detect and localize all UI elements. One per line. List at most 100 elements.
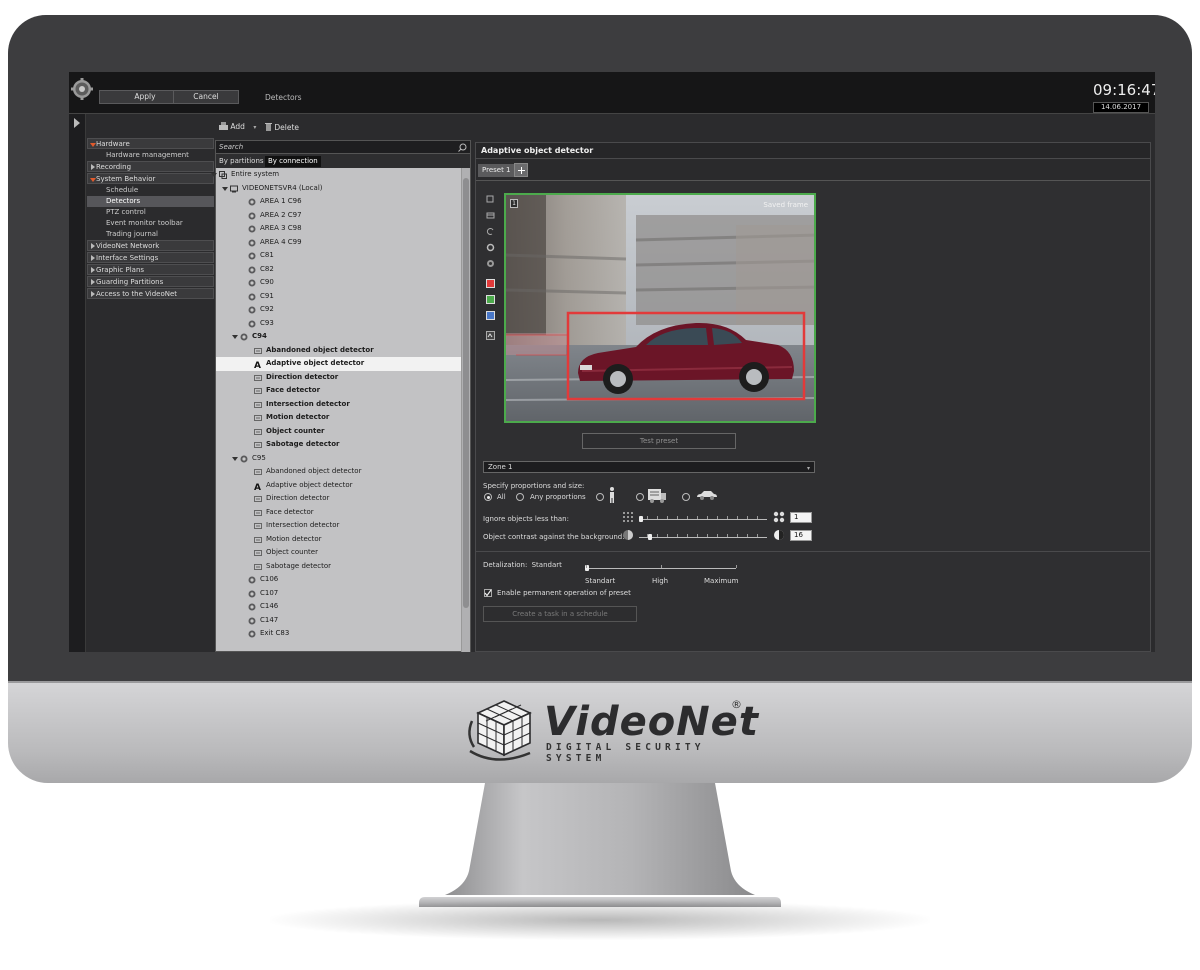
tree-node-camera[interactable]: C106 (216, 573, 461, 587)
tree-node-camera[interactable]: Exit C83 (216, 627, 461, 641)
expand-triangle-icon[interactable] (222, 186, 228, 191)
tree-scrollbar-thumb[interactable] (463, 178, 469, 608)
nav-interface-settings[interactable]: Interface Settings (87, 252, 214, 263)
tree-node-detector[interactable]: Face detector (216, 384, 461, 398)
tree-node-camera[interactable]: C146 (216, 600, 461, 614)
nav-graphic-plans[interactable]: Graphic Plans (87, 264, 214, 275)
tree-node-detector[interactable]: Motion detector (216, 411, 461, 425)
tree-node-entire-system[interactable]: Entire system (211, 168, 461, 182)
tree-node-detector[interactable]: Sabotage detector (216, 560, 461, 574)
nav-event-monitor-toolbar[interactable]: Event monitor toolbar (87, 218, 214, 229)
tree-node-camera[interactable]: C93 (216, 317, 461, 331)
tree-node-camera-c94[interactable]: C94 (216, 330, 461, 344)
tree-node-detector[interactable]: Intersection detector (216, 519, 461, 533)
camera-frame[interactable]: 1 Saved frame (504, 193, 816, 423)
collapse-strip[interactable] (69, 114, 86, 652)
tree-node-detector[interactable]: Object counter (216, 425, 461, 439)
reset-icon[interactable] (486, 259, 495, 268)
tree-node-camera[interactable]: AREA 1 C96 (216, 195, 461, 209)
tree-node-detector[interactable]: Direction detector (216, 371, 461, 385)
radio-all[interactable] (484, 493, 492, 501)
tab-by-partitions[interactable]: By partitions (216, 156, 267, 167)
radio-truck[interactable] (636, 493, 644, 501)
expand-triangle-icon[interactable] (232, 456, 238, 461)
tree-node-camera[interactable]: C90 (216, 276, 461, 290)
adaptive-detector-icon: A (254, 483, 261, 490)
detector-settings-panel: Adaptive object detector Preset 1 1 Save… (475, 142, 1151, 652)
tree-node-detector[interactable]: Intersection detector (216, 398, 461, 412)
blue-zone-color-icon[interactable] (486, 311, 495, 320)
zone-settings-icon[interactable] (486, 331, 495, 340)
zone-select[interactable]: Zone 1 ▾ (483, 461, 815, 473)
tree-node-camera[interactable]: AREA 3 C98 (216, 222, 461, 236)
expand-triangle-icon[interactable] (232, 335, 238, 339)
red-zone-color-icon[interactable] (486, 279, 495, 288)
expand-arrow-icon[interactable] (74, 118, 80, 128)
tree-node-label: C95 (252, 453, 266, 462)
contrast-slider-knob[interactable] (648, 534, 652, 540)
tree-node-detector[interactable]: A Adaptive object detector (216, 357, 461, 371)
tree-node-detector[interactable]: Sabotage detector (216, 438, 461, 452)
nav-hardware-management[interactable]: Hardware management (87, 150, 214, 161)
contrast-value-input[interactable]: 16 (790, 530, 812, 541)
nav-schedule[interactable]: Schedule (87, 185, 214, 196)
nav-guarding-partitions[interactable]: Guarding Partitions (87, 276, 214, 287)
tree-node-server[interactable]: VIDEONETSVR4 (Local) (216, 182, 461, 196)
green-zone-color-icon[interactable] (486, 295, 495, 304)
camera-icon (248, 266, 256, 273)
expand-triangle-icon[interactable] (211, 173, 217, 177)
add-dropdown-icon[interactable]: ▾ (253, 124, 256, 131)
tree-node-camera-c95[interactable]: C95 (216, 452, 461, 466)
nav-system-behavior[interactable]: System Behavior (87, 173, 214, 184)
tree-node-camera[interactable]: C147 (216, 614, 461, 628)
camera-icon (248, 320, 256, 327)
nav-recording[interactable]: Recording (87, 161, 214, 172)
tree-node-detector[interactable]: A Adaptive object detector (216, 479, 461, 493)
tree-node-detector[interactable]: Motion detector (216, 533, 461, 547)
tree-node-detector[interactable]: Abandoned object detector (216, 465, 461, 479)
tree-scrollbar[interactable] (461, 168, 470, 652)
radio-person[interactable] (596, 493, 604, 501)
rotate-icon[interactable] (486, 243, 495, 252)
tree-node-detector[interactable]: Object counter (216, 546, 461, 560)
ignore-value-input[interactable]: 1 (790, 512, 812, 523)
tab-by-connection[interactable]: By connection (265, 156, 321, 167)
nav-hardware[interactable]: Hardware (87, 138, 214, 149)
ignore-slider-track[interactable] (639, 519, 767, 520)
nav-access[interactable]: Access to the VideoNet (87, 288, 214, 299)
enable-permanent-checkbox[interactable] (484, 589, 492, 597)
nav-trading-journal[interactable]: Trading journal (87, 229, 214, 240)
tree-node-camera[interactable]: C107 (216, 587, 461, 601)
gear-icon[interactable] (71, 78, 93, 100)
radio-any-proportions[interactable] (516, 493, 524, 501)
rect-tool-icon[interactable] (486, 211, 495, 220)
tree-node-detector[interactable]: Abandoned object detector (216, 344, 461, 358)
radio-car[interactable] (682, 493, 690, 501)
detalization-slider-track[interactable] (586, 568, 736, 569)
nav-videonet-network[interactable]: VideoNet Network (87, 240, 214, 251)
add-button[interactable]: Add ▾ (219, 122, 256, 131)
undo-icon[interactable] (486, 227, 495, 236)
tab-preset-1[interactable]: Preset 1 (478, 164, 515, 177)
tree-node-camera[interactable]: C91 (216, 290, 461, 304)
tree-node-camera[interactable]: C82 (216, 263, 461, 277)
nav-detectors[interactable]: Detectors (87, 196, 214, 207)
tree-node-camera[interactable]: C81 (216, 249, 461, 263)
nav-ptz-control[interactable]: PTZ control (87, 207, 214, 218)
search-input[interactable]: Search (216, 141, 470, 154)
cancel-button[interactable]: Cancel (173, 90, 239, 104)
search-icon[interactable] (458, 143, 467, 152)
tree-node-detector[interactable]: Direction detector (216, 492, 461, 506)
select-tool-icon[interactable] (486, 195, 495, 204)
tree-node-camera[interactable]: AREA 2 C97 (216, 209, 461, 223)
create-task-button[interactable]: Create a task in a schedule (483, 606, 637, 622)
ignore-slider-knob[interactable] (639, 516, 643, 522)
delete-button[interactable]: Delete (265, 122, 299, 132)
tree-node-camera[interactable]: AREA 4 C99 (216, 236, 461, 250)
add-preset-button[interactable] (514, 163, 528, 177)
clock-date: 14.06.2017 (1093, 102, 1149, 113)
contrast-slider-track[interactable] (639, 537, 767, 538)
test-preset-button[interactable]: Test preset (582, 433, 736, 449)
tree-node-camera[interactable]: C92 (216, 303, 461, 317)
tree-node-detector[interactable]: Face detector (216, 506, 461, 520)
